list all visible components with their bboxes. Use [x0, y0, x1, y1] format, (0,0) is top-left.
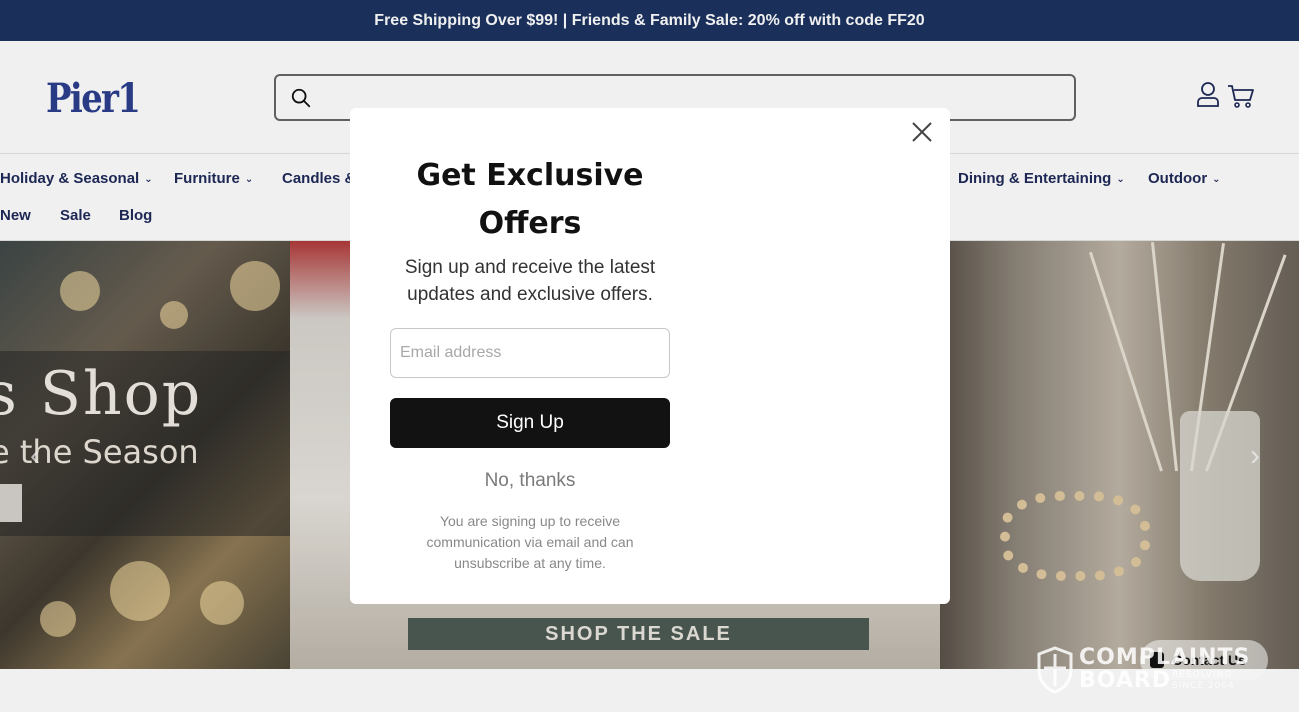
close-icon[interactable] — [911, 121, 933, 143]
consent-fine-print: You are signing up to receive communicat… — [426, 513, 634, 571]
modal-title: Get Exclusive Offers — [416, 158, 644, 241]
sign-up-button[interactable]: Sign Up — [390, 398, 670, 448]
newsletter-modal: Get Exclusive Offers Sign up and receive… — [350, 108, 950, 604]
complaints-board-badge[interactable]: COMPLAINTS BOARD RESOLVING SINCE 2004 — [1036, 646, 1266, 694]
no-thanks-link[interactable]: No, thanks — [390, 470, 670, 492]
complaints-board-tagline: RESOLVING SINCE 2004 — [1172, 670, 1235, 691]
modal-subtitle: Sign up and receive the latest updates a… — [404, 257, 656, 305]
email-field[interactable] — [390, 328, 670, 378]
shield-icon — [1037, 646, 1073, 694]
